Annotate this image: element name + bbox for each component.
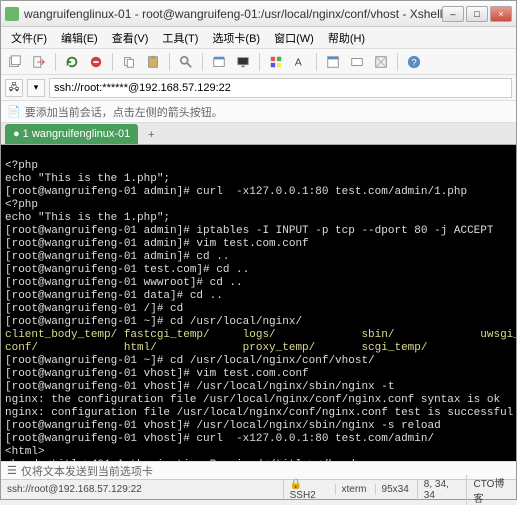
term-line: [root@wangruifeng-01 vhost]# curl -x127.… (5, 433, 434, 445)
term-line: <html> (5, 446, 45, 458)
term-line: echo "This is the 1.php"; (5, 212, 170, 224)
term-line: [root@wangruifeng-01 /]# cd (5, 303, 183, 315)
term-line: <?php (5, 160, 38, 172)
hint-text: 要添加当前会话，点击左侧的箭头按钮。 (25, 104, 223, 120)
svg-text:A: A (295, 56, 302, 68)
separator (55, 53, 56, 71)
term-line: [root@wangruifeng-01 vhost]# vim test.co… (5, 368, 309, 380)
paste-icon[interactable] (143, 52, 163, 72)
term-line: [root@wangruifeng-01 ~]# cd /usr/local/n… (5, 316, 302, 328)
hint-icon: 📄 (7, 105, 21, 118)
term-line: [root@wangruifeng-01 vhost]# /usr/local/… (5, 420, 441, 432)
separator (316, 53, 317, 71)
separator (397, 53, 398, 71)
separator (202, 53, 203, 71)
menu-file[interactable]: 文件(F) (5, 28, 53, 48)
address-input[interactable] (49, 78, 512, 98)
tab-dot-icon: ● (13, 128, 20, 140)
tab-strip: ● 1 wangruifenglinux-01 + (1, 123, 516, 145)
app-window: wangruifenglinux-01 - root@wangruifeng-0… (0, 0, 517, 500)
hint-bar: 📄 要添加当前会话，点击左侧的箭头按钮。 (1, 101, 516, 123)
status-proto: 🔒 SSH2 (283, 479, 327, 501)
svg-text:?: ? (411, 57, 416, 68)
term-line: [root@wangruifeng-01 admin]# curl -x127.… (5, 186, 467, 198)
status-brand: CTO博客 (466, 475, 510, 505)
term-line: <head><title>401 Authorization Required<… (5, 459, 361, 461)
term-line: [root@wangruifeng-01 admin]# cd .. (5, 251, 229, 263)
addr-prev-icon[interactable]: 🖧 (5, 79, 23, 97)
menu-window[interactable]: 窗口(W) (268, 28, 320, 48)
menu-edit[interactable]: 编辑(E) (55, 28, 104, 48)
term-line: echo "This is the 1.php"; (5, 173, 170, 185)
maximize-button[interactable]: □ (466, 6, 488, 22)
tab-session[interactable]: ● 1 wangruifenglinux-01 (5, 124, 138, 144)
minimize-button[interactable]: – (442, 6, 464, 22)
address-bar: 🖧 ▾ (1, 75, 516, 101)
separator (112, 53, 113, 71)
new-session-icon[interactable] (5, 52, 25, 72)
term-line: <?php (5, 199, 38, 211)
transparent-icon[interactable] (371, 52, 391, 72)
app-icon (5, 7, 19, 21)
toolbar: A ? (1, 49, 516, 75)
status-term: xterm (335, 484, 367, 495)
term-line: [root@wangruifeng-01 admin]# iptables -I… (5, 225, 493, 237)
lock-icon: 🔒 (290, 479, 302, 490)
term-line: nginx: configuration file /usr/local/ngi… (5, 407, 513, 419)
title-text: wangruifenglinux-01 - root@wangruifeng-0… (24, 7, 442, 21)
composer-icon: ☰ (7, 464, 17, 477)
close-button[interactable]: × (490, 6, 512, 22)
fullscreen-icon[interactable] (323, 52, 343, 72)
logout-icon[interactable] (29, 52, 49, 72)
font-icon[interactable]: A (290, 52, 310, 72)
window-controls: – □ × (442, 6, 512, 22)
status-conn: ssh://root@192.168.57.129:22 (7, 484, 142, 495)
status-size: 95x34 (375, 484, 409, 495)
tab-add-button[interactable]: + (142, 126, 160, 144)
color-icon[interactable] (266, 52, 286, 72)
term-line: [root@wangruifeng-01 test.com]# cd .. (5, 264, 249, 276)
separator (169, 53, 170, 71)
terminal[interactable]: <?php echo "This is the 1.php"; [root@wa… (1, 145, 516, 461)
copy-icon[interactable] (119, 52, 139, 72)
tab-label: 1 wangruifenglinux-01 (23, 128, 131, 140)
addr-dropdown-icon[interactable]: ▾ (27, 79, 45, 97)
term-line: [root@wangruifeng-01 wwwroot]# cd .. (5, 277, 243, 289)
separator (259, 53, 260, 71)
term-line: [root@wangruifeng-01 data]# cd .. (5, 290, 223, 302)
term-line: nginx: the configuration file /usr/local… (5, 394, 500, 406)
reconnect-icon[interactable] (62, 52, 82, 72)
help-icon[interactable]: ? (404, 52, 424, 72)
disconnect-icon[interactable] (86, 52, 106, 72)
menu-tabs[interactable]: 选项卡(B) (206, 28, 266, 48)
composer-text: 仅将文本发送到当前选项卡 (21, 463, 153, 479)
composer-bar: ☰ 仅将文本发送到当前选项卡 (1, 461, 516, 479)
menu-help[interactable]: 帮助(H) (322, 28, 371, 48)
titlebar: wangruifenglinux-01 - root@wangruifeng-0… (1, 1, 516, 27)
term-line: [root@wangruifeng-01 ~]# cd /usr/local/n… (5, 355, 375, 367)
menu-view[interactable]: 查看(V) (106, 28, 155, 48)
find-icon[interactable] (176, 52, 196, 72)
display-icon[interactable] (233, 52, 253, 72)
term-line: conf/ html/ proxy_temp/ scgi_temp/ (5, 342, 427, 354)
simple-icon[interactable] (347, 52, 367, 72)
menubar: 文件(F) 编辑(E) 查看(V) 工具(T) 选项卡(B) 窗口(W) 帮助(… (1, 27, 516, 49)
status-pos: 8, 34, 34 (417, 479, 459, 501)
term-line: [root@wangruifeng-01 admin]# vim test.co… (5, 238, 309, 250)
term-line: client_body_temp/ fastcgi_temp/ logs/ sb… (5, 329, 516, 341)
props-icon[interactable] (209, 52, 229, 72)
statusbar: ssh://root@192.168.57.129:22 🔒 SSH2 xter… (1, 479, 516, 499)
menu-tools[interactable]: 工具(T) (156, 28, 204, 48)
term-line: [root@wangruifeng-01 vhost]# /usr/local/… (5, 381, 394, 393)
